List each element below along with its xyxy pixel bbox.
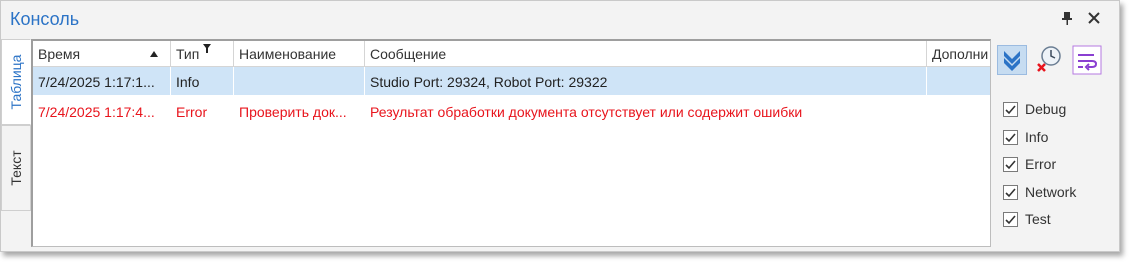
filter-network-label: Network xyxy=(1025,184,1077,200)
panel-title: Консоль xyxy=(10,9,80,29)
checkbox-box xyxy=(1003,102,1018,117)
title-bar: Консоль xyxy=(1,1,1119,37)
filter-debug-label: Debug xyxy=(1025,101,1067,117)
tab-table[interactable]: Таблица xyxy=(1,39,31,125)
cell-additional xyxy=(927,97,990,125)
checkbox-box xyxy=(1003,157,1018,172)
filter-info-label: Info xyxy=(1025,129,1049,145)
column-header-additional[interactable]: Дополни xyxy=(927,41,990,67)
cell-additional xyxy=(927,67,990,95)
cell-type: Error xyxy=(171,97,234,125)
check-icon xyxy=(1005,215,1016,225)
check-icon xyxy=(1005,105,1016,115)
check-icon xyxy=(1005,160,1016,170)
column-header-time[interactable]: Время xyxy=(33,41,171,67)
filter-test-label: Test xyxy=(1025,211,1051,227)
checkbox-box xyxy=(1003,212,1018,227)
filter-error-label: Error xyxy=(1025,156,1057,172)
close-button[interactable] xyxy=(1085,9,1103,27)
word-wrap-icon xyxy=(1072,45,1102,75)
column-header-message[interactable]: Сообщение xyxy=(365,41,927,67)
check-icon xyxy=(1005,188,1016,198)
cell-time: 7/24/2025 1:17:4... xyxy=(33,97,171,125)
clear-log-icon xyxy=(1037,46,1061,72)
pin-button[interactable] xyxy=(1058,9,1076,27)
cell-name xyxy=(234,67,365,95)
word-wrap-button[interactable] xyxy=(1072,45,1102,75)
tab-text-label: Текст xyxy=(8,150,24,186)
column-header-name[interactable]: Наименование xyxy=(234,41,365,67)
scroll-down-icon xyxy=(1004,51,1020,71)
cell-message: Результат обработки документа отсутствуе… xyxy=(365,97,927,125)
check-icon xyxy=(1005,133,1016,143)
column-header-time-label: Время xyxy=(38,46,81,62)
close-icon xyxy=(1088,12,1100,24)
filter-icon[interactable] xyxy=(202,43,212,55)
cell-name: Проверить док... xyxy=(234,97,365,125)
column-header-type[interactable]: Тип xyxy=(171,41,234,67)
sort-ascending-icon xyxy=(150,51,158,57)
auto-scroll-button[interactable] xyxy=(997,45,1027,75)
tab-table-label: Таблица xyxy=(8,54,24,110)
pin-icon xyxy=(1062,12,1072,25)
column-header-type-label: Тип xyxy=(176,46,200,62)
cell-message: Studio Port: 29324, Robot Port: 29322 xyxy=(365,67,927,95)
console-panel: Консоль Таблица Текст Время Тип Наименов… xyxy=(0,0,1120,252)
log-grid: Время Тип Наименование Сообщение Дополни… xyxy=(31,39,991,247)
checkbox-box xyxy=(1003,185,1018,200)
cell-type: Info xyxy=(171,67,234,95)
clear-log-button[interactable] xyxy=(1034,45,1064,75)
checkbox-box xyxy=(1003,130,1018,145)
tab-text[interactable]: Текст xyxy=(1,125,31,211)
cell-time: 7/24/2025 1:17:1... xyxy=(33,67,171,95)
